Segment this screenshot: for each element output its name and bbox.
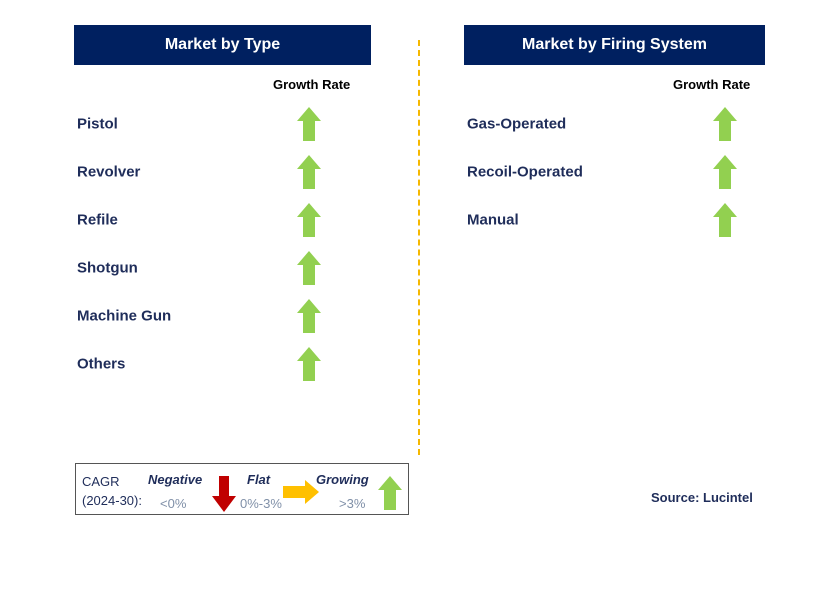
- left-item-label: Machine Gun: [77, 307, 172, 325]
- left-item-label: Revolver: [77, 163, 141, 181]
- legend-negative-range: <0%: [160, 496, 187, 511]
- growth-up-arrow-icon: [713, 155, 737, 189]
- legend-flat-range: 0%-3%: [240, 496, 282, 511]
- left-item-label: Others: [77, 355, 126, 373]
- growth-up-arrow-icon: [713, 203, 737, 237]
- legend-growing: Growing: [316, 472, 369, 487]
- left-item-label: Shotgun: [77, 259, 138, 277]
- left-item-label: Refile: [77, 211, 118, 229]
- right-item-label: Gas-Operated: [467, 115, 567, 133]
- legend-growing-range: >3%: [339, 496, 366, 511]
- right-item-label: Recoil-Operated: [467, 163, 583, 181]
- legend-flat: Flat: [247, 472, 271, 487]
- growth-up-arrow-icon: [297, 107, 321, 141]
- growth-up-arrow-icon: [297, 347, 321, 381]
- growth-up-arrow-icon: [297, 203, 321, 237]
- divider: [418, 40, 420, 455]
- up-arrow-icon: [378, 476, 402, 510]
- source: Source: Lucintel: [651, 490, 753, 505]
- legend: CAGR (2024-30): Negative <0% Flat 0%-3% …: [75, 463, 409, 515]
- legend-period: (2024-30):: [82, 493, 142, 508]
- legend-cagr: CAGR: [82, 474, 120, 489]
- legend-negative: Negative: [148, 472, 203, 487]
- market-by-type-header: Market by Type: [74, 25, 371, 65]
- right-arrow-icon: [283, 480, 319, 504]
- down-arrow-icon: [212, 476, 236, 512]
- growth-up-arrow-icon: [713, 107, 737, 141]
- right-growth-rate-header: Growth Rate: [673, 77, 751, 92]
- left-growth-rate-header: Growth Rate: [273, 77, 351, 92]
- right-item-label: Manual: [467, 211, 519, 229]
- left-item-label: Pistol: [77, 115, 118, 133]
- growth-up-arrow-icon: [297, 299, 321, 333]
- market-by-firing-system-header: Market by Firing System: [464, 25, 765, 65]
- growth-up-arrow-icon: [297, 251, 321, 285]
- growth-up-arrow-icon: [297, 155, 321, 189]
